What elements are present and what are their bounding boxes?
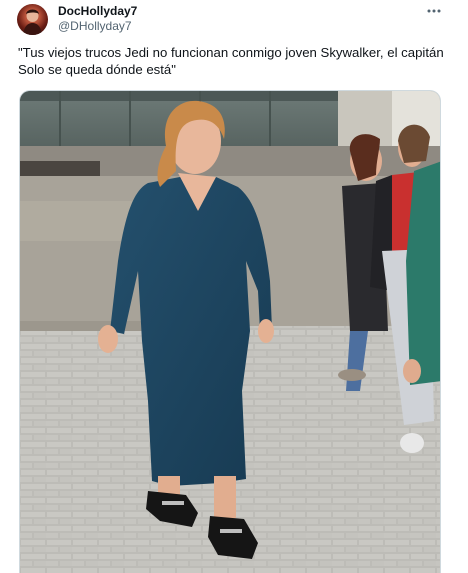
tweet-card: DocHollyday7 @DHollyday7 "Tus viejos tru… <box>0 0 468 573</box>
author-display-name[interactable]: DocHollyday7 <box>58 4 137 18</box>
more-horizontal-icon[interactable] <box>422 0 446 22</box>
avatar[interactable] <box>17 4 48 35</box>
tweet-text: "Tus viejos trucos Jedi no funcionan con… <box>18 45 444 77</box>
tweet-media-photo[interactable] <box>19 90 441 573</box>
author-handle[interactable]: @DHollyday7 <box>58 19 132 33</box>
